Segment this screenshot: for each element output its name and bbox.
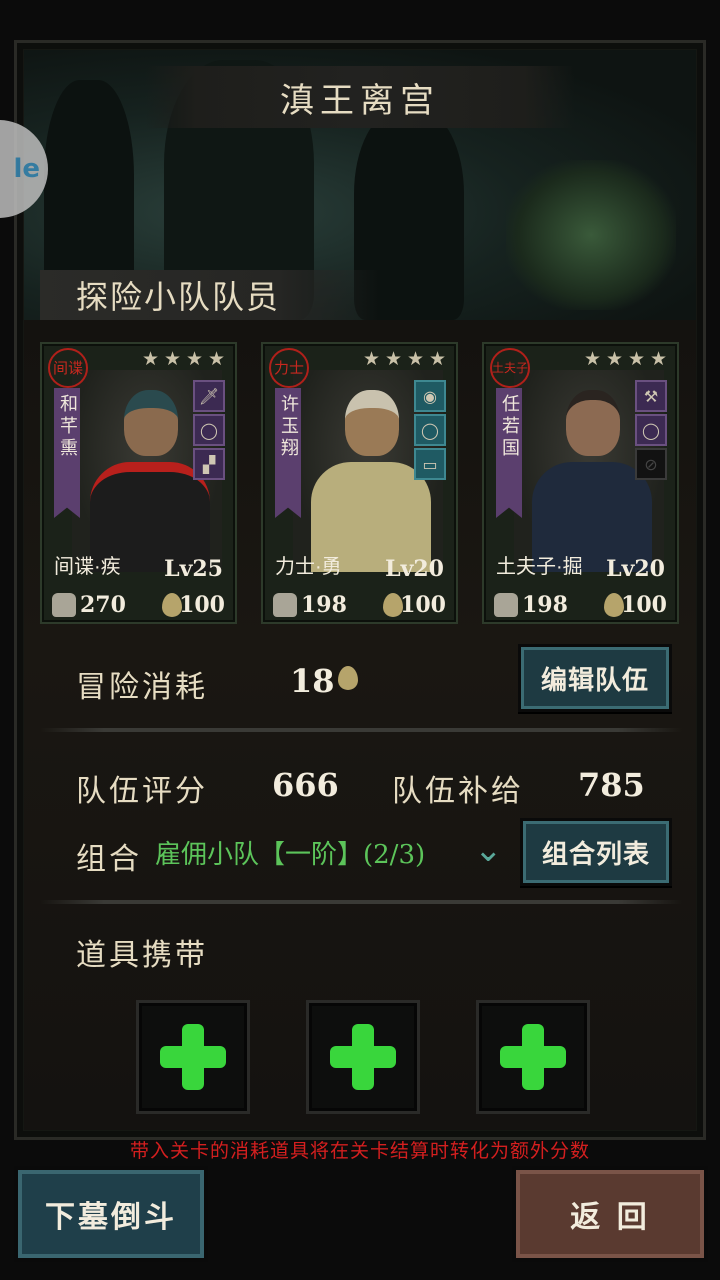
descend-button[interactable]: 下墓倒斗: [14, 1166, 208, 1262]
star-icon: ★: [164, 348, 182, 370]
star-icon: ★: [407, 348, 425, 370]
team-supply-label: 队伍补给: [392, 774, 524, 809]
member-stats: 198 100: [484, 588, 677, 622]
team-score-value: 666: [272, 766, 339, 804]
talisman-icon[interactable]: ▭: [414, 448, 446, 480]
add-item-slot[interactable]: [476, 1000, 590, 1114]
member-stats: 270 100: [42, 588, 235, 622]
star-icon: ★: [142, 348, 160, 370]
star-icon: ★: [429, 348, 447, 370]
member-stamina: 100: [400, 592, 446, 618]
chevron-down-icon[interactable]: ⌄: [474, 830, 503, 870]
member-class: 力士·勇: [275, 556, 342, 578]
adventure-cost-value: 18: [290, 662, 335, 700]
member-power: 270: [80, 592, 126, 618]
stamina-drop-icon: [338, 666, 358, 690]
class-seal: 土夫子: [490, 348, 530, 388]
member-card[interactable]: 土夫子 ★ ★ ★ ★ 任若国 ⚒ ◯ ⊘ 土夫子·掘 Lv20 198 100: [482, 342, 679, 624]
boot-icon[interactable]: ▞: [193, 448, 225, 480]
team-supply-value: 785: [578, 766, 645, 804]
member-class: 间谍·疾: [54, 556, 121, 578]
member-name: 任若国: [499, 394, 520, 460]
class-seal: 间谍: [48, 348, 88, 388]
divider: [40, 728, 682, 732]
ring-icon[interactable]: ◯: [193, 414, 225, 446]
member-name-ribbon: 许玉翔: [275, 388, 301, 518]
member-stamina: 100: [179, 592, 225, 618]
member-name: 许玉翔: [278, 394, 299, 460]
plus-icon: [500, 1024, 566, 1090]
adventure-cost-label: 冒险消耗: [76, 670, 208, 705]
add-item-slot[interactable]: [136, 1000, 250, 1114]
item-notice: 带入关卡的消耗道具将在关卡结算时转化为额外分数: [129, 1140, 590, 1162]
stage-title: 滇王离宫: [280, 80, 440, 121]
star-icon: ★: [186, 348, 204, 370]
star-rating: ★ ★ ★ ★: [142, 350, 227, 369]
floating-assist-label: le: [13, 154, 40, 184]
bracelet-icon[interactable]: ◯: [414, 414, 446, 446]
star-icon: ★: [208, 348, 226, 370]
items-label: 道具携带: [76, 938, 208, 973]
star-icon: ★: [628, 348, 646, 370]
empty-slot-icon[interactable]: ⊘: [635, 448, 667, 480]
star-rating: ★ ★ ★ ★: [584, 350, 669, 369]
member-name-ribbon: 任若国: [496, 388, 522, 518]
class-seal: 力士: [269, 348, 309, 388]
combo-list-button[interactable]: 组合列表: [520, 818, 672, 886]
member-name-ribbon: 和芊熏: [54, 388, 80, 518]
amulet-icon[interactable]: ◉: [414, 380, 446, 412]
member-level: Lv20: [606, 556, 665, 582]
member-stats: 198 100: [263, 588, 456, 622]
member-stamina: 100: [621, 592, 667, 618]
star-icon: ★: [584, 348, 602, 370]
star-icon: ★: [363, 348, 381, 370]
member-level: Lv20: [385, 556, 444, 582]
plus-icon: [330, 1024, 396, 1090]
star-icon: ★: [385, 348, 403, 370]
member-name: 和芊熏: [57, 394, 78, 460]
star-icon: ★: [650, 348, 668, 370]
member-card[interactable]: 力士 ★ ★ ★ ★ 许玉翔 ◉ ◯ ▭ 力士·勇 Lv20 198 100: [261, 342, 458, 624]
star-icon: ★: [606, 348, 624, 370]
fist-icon: [273, 593, 297, 617]
member-power: 198: [301, 592, 347, 618]
fist-icon: [494, 593, 518, 617]
star-rating: ★ ★ ★ ★: [363, 350, 448, 369]
member-class: 土夫子·掘: [496, 556, 583, 578]
add-item-slot[interactable]: [306, 1000, 420, 1114]
combo-label: 组合: [76, 842, 142, 877]
combo-value: 雇佣小队【一阶】(2/3): [155, 840, 426, 870]
plus-icon: [160, 1024, 226, 1090]
team-section-header: 探险小队队员: [40, 270, 380, 320]
team-score-label: 队伍评分: [76, 774, 208, 809]
ring-icon[interactable]: ◯: [635, 414, 667, 446]
team-section-title: 探险小队队员: [76, 278, 281, 316]
member-power: 198: [522, 592, 568, 618]
edit-team-button[interactable]: 编辑队伍: [518, 644, 672, 712]
fist-icon: [52, 593, 76, 617]
stage-title-banner: 滇王离宫: [145, 66, 575, 128]
back-button[interactable]: 返 回: [512, 1166, 708, 1262]
member-card[interactable]: 间谍 ★ ★ ★ ★ 和芊熏 🗡 ◯ ▞ 间谍·疾 Lv25 270 100: [40, 342, 237, 624]
divider: [40, 900, 682, 904]
shovel-icon[interactable]: ⚒: [635, 380, 667, 412]
member-level: Lv25: [164, 556, 223, 582]
dagger-icon[interactable]: 🗡: [193, 380, 225, 412]
